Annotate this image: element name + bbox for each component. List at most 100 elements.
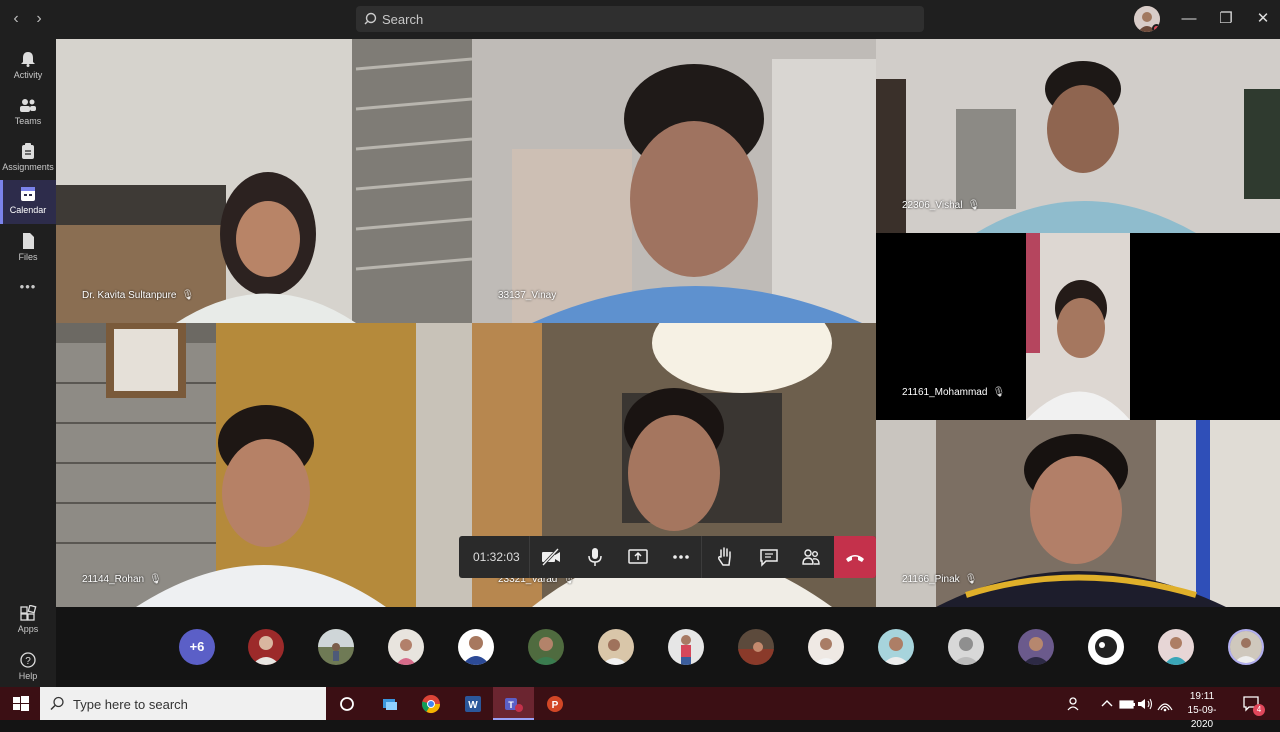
video-stage: Dr. Kavita Sultanpure 🎙 33137_Vinay 22306… [56,39,1280,607]
video-tile[interactable]: 22306_Vishal 🎙 [876,39,1280,233]
back-arrow-icon[interactable]: ‹ [8,9,24,29]
participant-avatar[interactable] [1088,629,1124,665]
hang-up-icon [846,555,864,562]
mic-muted-icon: 🎙 [149,574,162,585]
mic-icon[interactable] [583,545,607,569]
raise-hand-icon[interactable] [713,545,737,569]
video-feed [56,39,472,323]
avatar-image [952,637,980,665]
video-tile[interactable]: 21166_Pinak 🎙 [876,420,1280,607]
avatar-image [318,629,354,661]
avatar-image [532,637,560,665]
apps-icon [20,605,37,621]
video-tile[interactable]: 21144_Rohan 🎙 [56,323,472,607]
chat-icon[interactable] [757,545,781,569]
participant-avatar[interactable] [248,629,284,665]
windows-taskbar: Type here to search W T P 19:11 15-09-20… [0,687,1280,730]
wifi-icon[interactable] [1154,693,1176,715]
video-tile[interactable]: 21161_Mohammad 🎙 [876,233,1280,420]
taskbar-search-input[interactable]: Type here to search [40,687,326,720]
participant-avatar[interactable] [668,629,704,665]
teams-icon [20,99,36,112]
avatar-image [814,638,838,665]
rail-item-activity[interactable]: Activity [0,45,56,89]
call-controls: 01:32:03 [459,536,876,578]
participant-avatar[interactable] [598,629,634,665]
participant-name: 22306_Vishal 🎙 [902,200,981,211]
search-icon [50,696,64,711]
participant-avatar[interactable] [388,629,424,665]
rail-item-apps[interactable]: Apps [0,599,56,643]
cortana-icon[interactable] [336,693,358,715]
participant-name: 21166_Pinak 🎙 [902,574,978,585]
rail-item-label: Files [18,252,38,262]
minimize-button[interactable]: — [1178,8,1200,30]
avatar-image [1022,637,1050,665]
more-apps-button[interactable]: ••• [0,279,56,323]
participant-avatar[interactable] [878,629,914,665]
rail-item-assignments[interactable]: Assignments [0,137,56,181]
system-clock[interactable]: 19:11 15-09-2020 [1180,690,1224,732]
participant-avatar[interactable] [458,629,494,665]
overflow-participants-button[interactable]: +6 [179,629,215,665]
participants-icon[interactable] [799,545,823,569]
forward-arrow-icon[interactable]: › [31,9,47,29]
restore-button[interactable]: ❐ [1215,8,1237,30]
svg-text:P: P [552,700,559,711]
video-tile[interactable]: Dr. Kavita Sultanpure 🎙 [56,39,472,323]
avatar-image [396,639,416,665]
assignments-icon [22,143,34,159]
status-dot [1152,24,1160,32]
word-icon[interactable]: W [462,693,484,715]
chrome-icon[interactable] [420,693,442,715]
help-icon: ? [20,652,36,668]
participant-name: 21144_Rohan 🎙 [82,574,162,585]
rail-item-label: Teams [14,116,42,126]
files-icon [23,233,34,249]
mic-muted-icon: 🎙 [992,387,1006,398]
participant-avatar[interactable] [808,629,844,665]
rail-item-calendar[interactable]: Calendar [0,180,56,224]
volume-icon[interactable] [1134,693,1156,715]
more-icon[interactable] [669,545,693,569]
calendar-icon [21,187,35,201]
taskbar-teams-button[interactable]: T [493,687,534,720]
avatar-image [1230,631,1262,663]
participant-avatar[interactable] [528,629,564,665]
people-icon[interactable] [1064,693,1086,715]
camera-off-icon[interactable] [539,545,563,569]
mic-muted-icon: 🎙 [181,290,195,301]
bell-icon [21,52,35,67]
participant-avatar[interactable] [738,629,774,665]
rail-item-label: Activity [13,70,43,80]
participant-avatar[interactable] [1228,629,1264,665]
chevron-up-icon[interactable] [1096,693,1118,715]
rail-item-help[interactable]: ? Help [0,646,56,690]
user-avatar[interactable] [1134,6,1160,32]
app-rail: Activity Teams Assignments Calendar File… [0,39,56,687]
close-button[interactable]: ✕ [1252,8,1274,30]
share-screen-icon[interactable] [626,545,650,569]
video-tile[interactable]: 33137_Vinay [472,39,876,323]
call-timer: 01:32:03 [473,550,520,564]
rail-item-label: Apps [17,624,39,634]
task-view-icon[interactable] [379,693,401,715]
hang-up-button[interactable] [834,536,876,578]
avatar-image [1164,637,1188,665]
participant-avatar[interactable] [948,629,984,665]
notifications-button[interactable]: 4 [1240,692,1265,716]
svg-text:T: T [508,700,514,710]
participant-avatar[interactable] [1158,629,1194,665]
participant-strip: +6 [56,607,1280,687]
search-icon [364,12,377,25]
participant-avatar[interactable] [318,629,354,665]
rail-item-files[interactable]: Files [0,227,56,271]
windows-start-icon[interactable] [10,693,32,715]
rail-item-teams[interactable]: Teams [0,91,56,135]
avatar-image [602,639,628,665]
mic-muted-icon: 🎙 [967,200,981,211]
participant-name: 33137_Vinay [498,290,557,301]
search-input[interactable]: Search [356,6,924,32]
powerpoint-icon[interactable]: P [544,693,566,715]
participant-avatar[interactable] [1018,629,1054,665]
